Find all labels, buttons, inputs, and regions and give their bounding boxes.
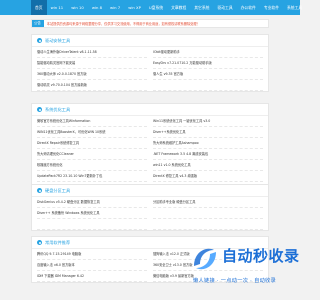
list-item-link[interactable]: 腾讯QQ 9.7.15.29149 电脑版 [37,249,147,260]
list-item-link[interactable]: .NET Framework 3.5 4.8 离线安装包 [153,149,263,160]
section-header: 硬盘分区工具 [32,185,268,197]
nav-item[interactable]: win XP [124,0,145,15]
nav-item[interactable]: 文章教程 [167,0,190,15]
section-title: 驱动安装工具 [45,37,71,43]
list-item-link[interactable]: Dism++系统优化工具 [153,127,263,138]
list-item-link[interactable]: DiskGenius v5.4.2 硬盘分区 数据恢复工具 [37,197,147,208]
section-icon [37,107,42,112]
nav-item[interactable]: win 7 [106,0,124,15]
nav-item[interactable]: win 11 [47,0,68,15]
list-item-link [37,219,147,230]
notice-bar: 公告 本站提供的资源均来源于网络整理分享，仅供学习交流使用，不得用于商业用途，如… [31,19,269,28]
notice-badge: 公告 [32,20,44,27]
list-item-link[interactable]: 驱动精灵 v9.70.0.104 官方最新版 [37,80,147,91]
watermark-logo-icon [194,248,216,270]
list-item-link[interactable]: IDM 下载器 IDM Manager 6.42 [37,271,147,282]
section-header: 系统优化工具 [32,104,268,116]
watermark-title: 自动秒收录 [222,247,300,265]
list-item-link[interactable]: 软媒魔方系统优化 [37,160,147,171]
list-item-link[interactable]: 鲁大师系统维护工具Ashampoo [153,138,263,149]
list-item-link[interactable]: 驱动人生海外版DriverTalent v8.1.11.58 [37,47,147,58]
nav-item[interactable]: 驱动工具 [213,0,236,15]
nav-item[interactable]: U盘系统 [145,0,167,15]
list-item-link[interactable]: 驱人生 v9.35 官方版 [153,69,263,80]
section-title: 硬盘分区工具 [45,187,71,193]
section-list: DiskGenius v5.4.2 硬盘分区 数据恢复工具 分区助手专业版 硬盘分… [32,197,268,230]
list-item-link[interactable]: Dism++ 系统备份 Windows 系统优化工具 [37,208,147,219]
list-item-link[interactable]: 鲁大师清理优化CCleaner [37,149,147,160]
section-list: 驱动人生海外版DriverTalent v8.1.11.58 IObit驱动更新助… [32,47,268,91]
section-title: 系统优化工具 [45,106,71,112]
list-item-link[interactable]: UpdatePack7R2 23.10.10 Win7更新补丁包 [37,171,147,182]
nav-item[interactable]: win 10 [67,0,88,15]
section-icon [37,188,42,193]
list-item-link[interactable]: IObit驱动更新助手 [153,47,263,58]
nav-menu: 首页 win 11 win 10 win 8 win 7 win XP U盘系统 文章教程 其它… [31,0,306,15]
list-item-link[interactable]: DirectX Repair系统修复工具 [37,138,147,149]
list-item-link[interactable]: 分区助手专业版 硬盘分区工具 [153,197,263,208]
nav-item[interactable]: 专业软件 [260,0,283,15]
list-item-link [153,219,263,230]
section-partition-tools: 硬盘分区工具 DiskGenius v5.4.2 硬盘分区 数据恢复工具 分区助手… [31,184,269,231]
list-item-link [153,208,263,219]
section-driver-tools: 驱动安装工具 驱动人生海外版DriverTalent v8.1.11.58 IOb… [31,34,269,92]
watermark-subtitle: 懒人链接 · 一点动一次 · 自动收录 [193,278,277,284]
top-nav: 首页 win 11 win 10 win 8 win 7 win XP U盘系统 文章教程 其它… [0,0,302,15]
list-item-link[interactable]: 百度输入法 v6.0 官方版本 [37,260,147,271]
list-item-link [153,80,263,91]
nav-item[interactable]: 首页 [31,0,47,15]
nav-item[interactable]: win 8 [88,0,106,15]
section-icon [37,38,42,43]
section-title: 常用软件推荐 [45,239,71,245]
nav-item[interactable]: 办公软件 [237,0,260,15]
nav-item[interactable]: 系统工具 [283,0,306,15]
list-item-link[interactable]: EasyDrv v7.21.0710.2 万能驱动助手版 [153,58,263,69]
list-item-link[interactable]: WIN11优化工具BoosterX，可优化WIN 10系统 [37,127,147,138]
list-item-link[interactable]: 智能驱动精灵官网下载安装 [37,58,147,69]
nav-item[interactable]: 其它系统 [190,0,213,15]
section-header: 驱动安装工具 [32,35,268,47]
list-item-link[interactable]: win11 v1.0 系统优化工具 [153,160,263,171]
list-item-link[interactable]: 360驱动大师 v2.0.0.1870 官方版 [37,69,147,80]
list-item-link[interactable]: Win11系统优化工具 一键优化工具 v3.0 [153,116,263,127]
list-item-link[interactable]: DirectX 修复工具 v4.3 增强版 [153,171,263,182]
notice-text[interactable]: 本站提供的资源均来源于网络整理分享，仅供学习交流使用，不得用于商业用途，如有侵权… [47,21,200,26]
section-icon [37,240,42,245]
watermark: 自动秒收录 懒人链接 · 一点动一次 · 自动收录 [190,240,299,298]
list-item-link[interactable]: 微软官方系统优化工具Winformation [37,116,147,127]
